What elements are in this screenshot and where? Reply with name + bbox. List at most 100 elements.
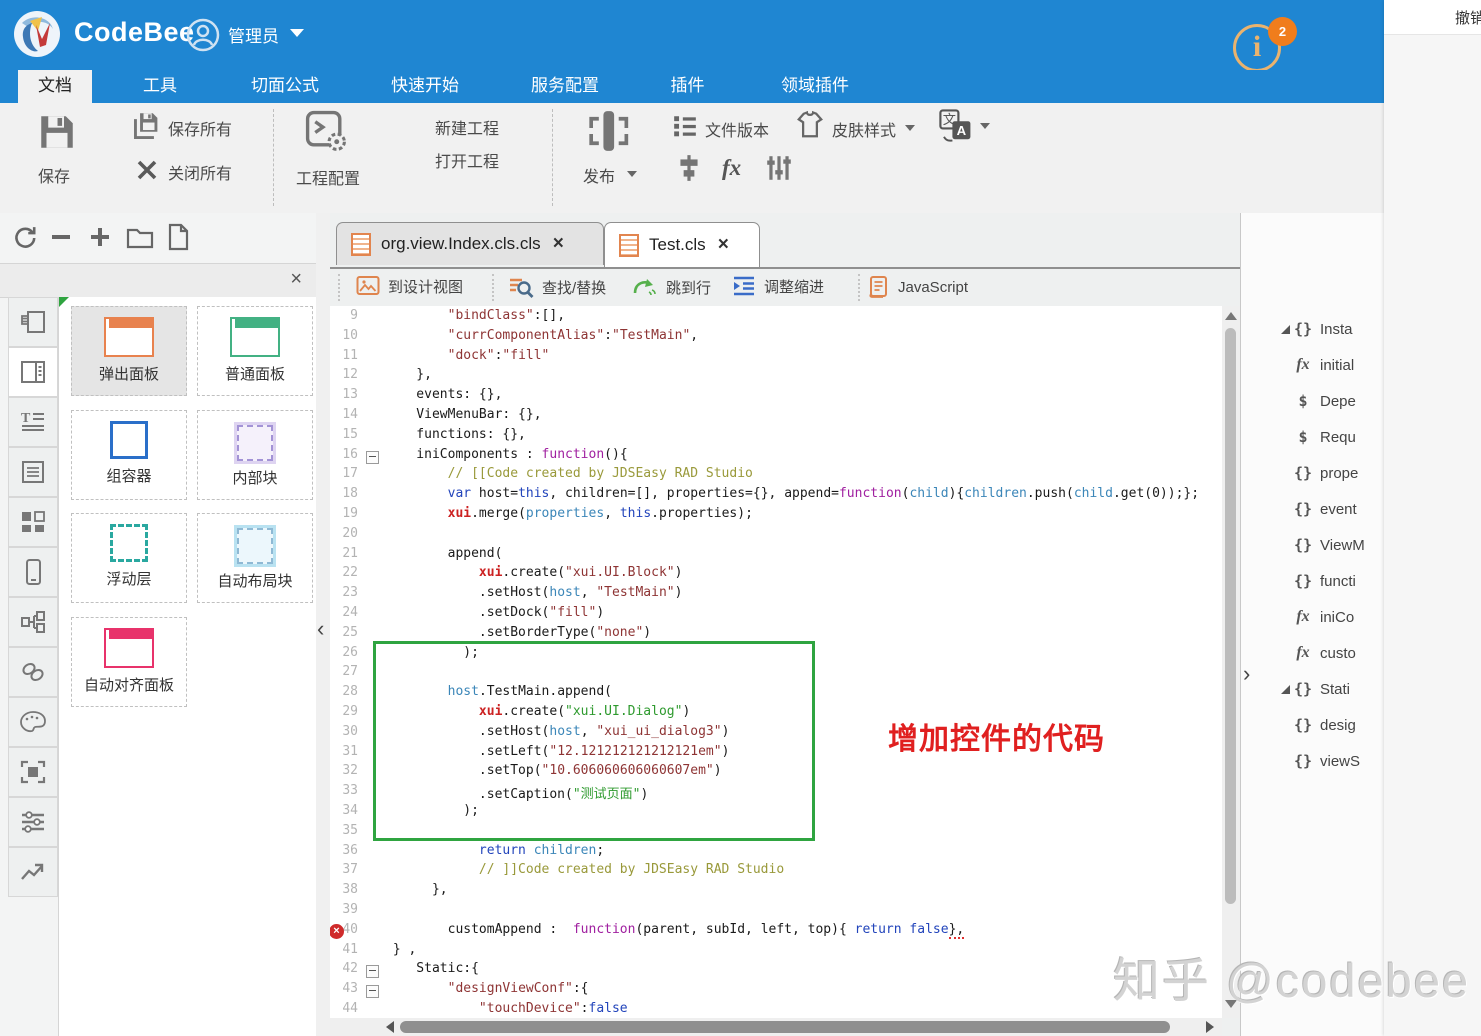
- user-avatar-icon[interactable]: [186, 18, 220, 52]
- publish-chevron-down-icon[interactable]: [627, 171, 637, 177]
- design-view-button[interactable]: 到设计视图: [356, 275, 463, 297]
- scroll-right-icon[interactable]: [1206, 1021, 1214, 1033]
- tab-close-icon[interactable]: ×: [718, 234, 729, 256]
- outline-item-initial[interactable]: fx initial: [1281, 352, 1354, 378]
- menu-tab-4[interactable]: 快速开始: [380, 70, 470, 103]
- user-menu[interactable]: 管理员: [228, 22, 279, 47]
- context-menu-item[interactable]: 撤销: [1384, 0, 1481, 35]
- file-version-button[interactable]: 文件版本: [705, 117, 769, 141]
- palette-item-6[interactable]: 自动布局块: [197, 513, 313, 603]
- text-block-icon[interactable]: T: [8, 397, 58, 447]
- outline-item-prope[interactable]: {} prope: [1281, 460, 1358, 486]
- project-config-icon[interactable]: [303, 108, 349, 154]
- save-icon[interactable]: [36, 111, 78, 153]
- dollar-icon: $: [1298, 428, 1308, 446]
- horizontal-scrollbar[interactable]: [330, 1018, 1222, 1036]
- align-center-icon[interactable]: [676, 153, 702, 183]
- code-token: "TestMain": [596, 585, 675, 601]
- palette-item-7[interactable]: 自动对齐面板: [71, 617, 187, 707]
- outline-item-depe[interactable]: $ Depe: [1281, 388, 1355, 414]
- scroll-left-icon[interactable]: [386, 1021, 394, 1033]
- vertical-scrollbar-thumb[interactable]: [1225, 328, 1236, 904]
- save-button[interactable]: 保存: [38, 163, 70, 187]
- menu-tab-6[interactable]: 插件: [655, 70, 720, 103]
- paint-palette-icon[interactable]: [8, 697, 58, 747]
- outline-item-event[interactable]: {} event: [1281, 496, 1357, 522]
- formula-fx-icon[interactable]: fx: [722, 155, 741, 181]
- refresh-icon[interactable]: [12, 225, 38, 251]
- editor-tab-1[interactable]: org.view.Index.cls.cls ×: [336, 222, 604, 265]
- menu-tab-3[interactable]: 切面公式: [240, 70, 330, 103]
- vertical-scrollbar[interactable]: [1222, 306, 1240, 1018]
- translate-icon[interactable]: 文 A: [938, 108, 974, 144]
- collapse-left-icon[interactable]: ‹: [317, 618, 324, 640]
- expanded-triangle-icon[interactable]: [1281, 684, 1290, 694]
- goto-line-button[interactable]: 跳到行: [632, 275, 711, 299]
- skin-style-button[interactable]: 皮肤样式: [832, 117, 896, 141]
- horizontal-scrollbar-thumb[interactable]: [400, 1021, 1170, 1033]
- palette-item-1[interactable]: 弹出面板: [71, 306, 187, 396]
- collapse-right-icon[interactable]: ›: [1243, 663, 1250, 685]
- palette-item-5[interactable]: 浮动层: [71, 513, 187, 603]
- code-line: "dock":"fill": [330, 348, 1222, 363]
- tab-close-icon[interactable]: ×: [553, 233, 564, 255]
- outline-item-custo[interactable]: fx custo: [1281, 640, 1356, 666]
- scroll-up-icon[interactable]: [1225, 312, 1237, 320]
- menu-tab-5[interactable]: 服务配置: [520, 70, 610, 103]
- new-file-icon[interactable]: [166, 223, 190, 251]
- save-all-icon[interactable]: [132, 111, 162, 141]
- project-config-button[interactable]: 工程配置: [296, 165, 360, 189]
- sliders-icon[interactable]: [765, 153, 793, 183]
- trend-chart-icon[interactable]: [8, 847, 58, 897]
- palette-item-2[interactable]: 普通面板: [197, 306, 313, 396]
- skin-style-icon[interactable]: [795, 110, 825, 140]
- grid-blocks-icon[interactable]: [8, 497, 58, 547]
- flow-node-icon[interactable]: [8, 597, 58, 647]
- form-panel-icon[interactable]: [8, 447, 58, 497]
- folder-icon[interactable]: [126, 226, 154, 250]
- menu-tab-2[interactable]: 工具: [120, 70, 200, 103]
- outline-item-viewm[interactable]: {} ViewM: [1281, 532, 1365, 558]
- mobile-icon[interactable]: [8, 547, 58, 597]
- outline-item-inico[interactable]: fx iniCo: [1281, 604, 1354, 630]
- outline-item-functi[interactable]: {} functi: [1281, 568, 1356, 594]
- menu-tab-1[interactable]: 文档: [18, 70, 92, 103]
- outline-item-label: desig: [1320, 716, 1356, 734]
- outline-item-requ[interactable]: $ Requ: [1281, 424, 1355, 450]
- palette-item-4[interactable]: 内部块: [197, 410, 313, 500]
- panel-icon[interactable]: [8, 347, 58, 397]
- palette-close-icon[interactable]: ×: [290, 268, 302, 291]
- code-token: // [[Code created by JDSEasy RAD Studio: [447, 466, 753, 482]
- find-replace-button[interactable]: 查找/替换: [508, 275, 606, 299]
- palette-item-3[interactable]: 组容器: [71, 410, 187, 500]
- code-token: :: [604, 327, 612, 343]
- open-project-button[interactable]: 打开工程: [435, 148, 499, 172]
- skin-chevron-down-icon[interactable]: [905, 125, 915, 131]
- popup-panel-icon[interactable]: [8, 297, 58, 347]
- adjust-indent-button[interactable]: 调整缩进: [732, 275, 824, 297]
- save-all-button[interactable]: 保存所有: [168, 116, 232, 140]
- translate-chevron-down-icon[interactable]: [980, 123, 990, 129]
- user-chevron-down-icon[interactable]: [290, 29, 304, 37]
- outline-item-stati[interactable]: {} Stati: [1281, 676, 1350, 702]
- outline-item-desig[interactable]: {} desig: [1281, 712, 1356, 738]
- close-all-button[interactable]: 关闭所有: [168, 160, 232, 184]
- publish-button[interactable]: 发布: [583, 163, 615, 187]
- close-all-icon[interactable]: [135, 158, 159, 182]
- file-version-icon[interactable]: [672, 113, 698, 139]
- goto-line-label: 跳到行: [666, 279, 712, 297]
- settings-sliders-icon[interactable]: [8, 797, 58, 847]
- link-chain-icon[interactable]: [8, 647, 58, 697]
- publish-icon[interactable]: [585, 105, 631, 157]
- menu-tab-7[interactable]: 领域插件: [770, 70, 860, 103]
- editor-tab-2[interactable]: Test.cls ×: [604, 222, 760, 267]
- zoom-in-icon[interactable]: [88, 225, 112, 249]
- expanded-triangle-icon[interactable]: [1281, 324, 1290, 334]
- left-splitter[interactable]: ‹: [316, 213, 330, 1036]
- language-mode-button[interactable]: JavaScript: [868, 275, 968, 299]
- focus-frame-icon[interactable]: [8, 747, 58, 797]
- outline-item-insta[interactable]: {} Insta: [1281, 316, 1353, 342]
- new-project-button[interactable]: 新建工程: [435, 115, 499, 139]
- zoom-out-icon[interactable]: [52, 235, 70, 239]
- outline-item-views[interactable]: {} viewS: [1281, 748, 1360, 774]
